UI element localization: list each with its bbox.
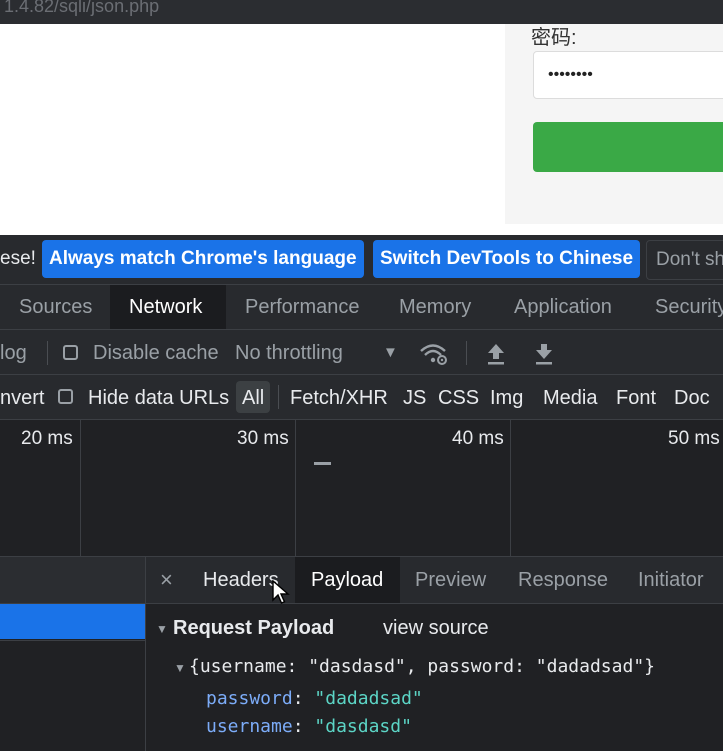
toolbar-divider [47,341,48,365]
always-match-language-button[interactable]: Always match Chrome's language [42,240,364,278]
payload-prop-username[interactable]: username: "dasdasd" [206,716,412,737]
tab-performance[interactable]: Performance [245,285,360,329]
prop-key: password [206,688,293,709]
timeline-request-bar [314,462,331,465]
filter-font[interactable]: Font [616,375,656,419]
preserve-log-label[interactable]: log [0,330,27,374]
prop-colon: : [292,716,315,737]
submit-button[interactable] [533,122,723,172]
tab-response[interactable]: Response [518,557,608,603]
filter-doc[interactable]: Doc [674,375,710,419]
throttling-dropdown-icon[interactable]: ▼ [383,330,398,374]
prop-key: username [206,716,293,737]
collapse-triangle-icon[interactable]: ▼ [156,622,168,636]
timeline-tick-50ms: 50 ms [668,428,720,449]
tab-initiator[interactable]: Initiator [638,557,704,603]
filter-media[interactable]: Media [543,375,597,419]
hide-data-urls-checkbox[interactable] [58,389,73,404]
dont-show-again-button[interactable]: Don't sh [646,240,723,280]
filter-fetch-xhr[interactable]: Fetch/XHR [290,375,388,419]
request-payload-title[interactable]: Request Payload [173,617,334,640]
tab-sources[interactable]: Sources [19,285,92,329]
infobar-message: ese! [0,248,36,269]
payload-prop-password[interactable]: password: "dadadsad" [206,688,423,709]
timeline-tick-30ms: 30 ms [237,428,289,449]
hide-data-urls-label[interactable]: Hide data URLs [88,375,229,419]
tab-headers[interactable]: Headers [203,557,279,603]
timeline-gridline [510,420,511,556]
timeline-gridline [80,420,81,556]
throttling-select[interactable]: No throttling [235,330,343,374]
switch-devtools-chinese-button[interactable]: Switch DevTools to Chinese [373,240,641,278]
invert-label[interactable]: nvert [0,375,44,419]
filter-js[interactable]: JS [403,375,426,419]
request-list-header [0,557,145,604]
devtools-panel-tabs [0,285,723,330]
close-icon[interactable]: × [160,557,173,603]
filter-divider [278,385,279,409]
timeline-tick-40ms: 40 ms [452,428,504,449]
tab-preview[interactable]: Preview [415,557,486,603]
tab-network[interactable]: Network [129,285,202,329]
network-conditions-icon[interactable] [419,341,449,367]
tab-memory[interactable]: Memory [399,285,471,329]
expand-triangle-icon[interactable]: ▼ [174,661,186,675]
selected-request-row[interactable] [0,604,145,639]
tab-security[interactable]: Security [655,285,723,329]
password-label: 密码: [531,27,577,49]
toolbar-divider [466,341,467,365]
export-har-icon[interactable] [533,342,555,366]
timeline-tick-20ms: 20 ms [21,428,73,449]
filter-img[interactable]: Img [490,375,523,419]
password-input[interactable]: •••••••• [533,51,723,99]
payload-summary[interactable]: {username: "dasdasd", password: "dadadsa… [189,656,655,677]
prop-value: "dasdasd" [314,716,412,737]
network-timeline-overview[interactable] [0,420,723,557]
url-text[interactable]: 1.4.82/sqli/json.php [4,0,159,17]
disable-cache-label[interactable]: Disable cache [93,330,219,374]
filter-css[interactable]: CSS [438,375,479,419]
tab-application[interactable]: Application [514,285,612,329]
import-har-icon[interactable] [485,342,507,366]
view-source-link[interactable]: view source [383,617,489,640]
timeline-gridline [295,420,296,556]
tab-payload[interactable]: Payload [311,557,383,603]
disable-cache-checkbox[interactable] [63,345,78,360]
mouse-cursor-icon [272,580,290,604]
prop-colon: : [292,688,315,709]
request-row-divider [0,640,145,641]
filter-all[interactable]: All [242,375,264,419]
prop-value: "dadadsad" [314,688,423,709]
